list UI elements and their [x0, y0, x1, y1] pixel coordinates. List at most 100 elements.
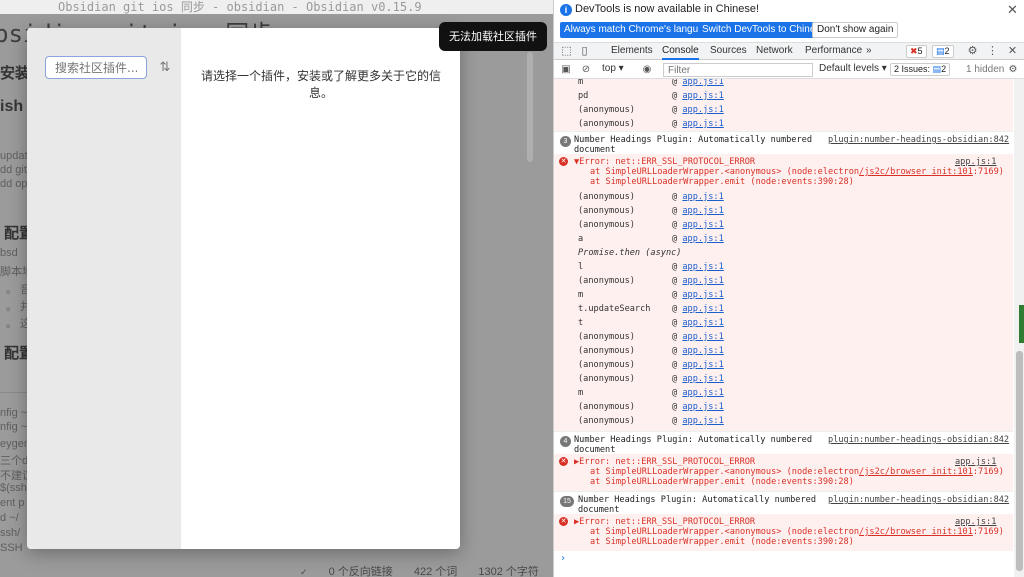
error-message[interactable]: ▶Error: net::ERR_SSL_PROTOCOL_ERROR: [554, 457, 1013, 467]
stack-frame: a @ app.js:1: [578, 234, 724, 244]
source-link[interactable]: app.js:1: [682, 332, 723, 342]
kebab-menu-icon[interactable]: ⋮: [986, 45, 999, 58]
source-link[interactable]: app.js:1: [682, 234, 723, 244]
sort-icon[interactable]: ⇅: [157, 59, 173, 75]
levels-value: Default levels: [819, 63, 880, 74]
stack-frame: m @ app.js:1: [578, 290, 724, 300]
source-link[interactable]: app.js:1: [682, 346, 723, 356]
plugin-search-input[interactable]: [45, 56, 147, 79]
switch-to-chinese-button[interactable]: Switch DevTools to Chinese: [698, 22, 830, 38]
source-link[interactable]: app.js:1: [682, 206, 723, 216]
scrollbar-thumb[interactable]: [1016, 351, 1023, 571]
source-link[interactable]: app.js:1: [682, 402, 723, 412]
error-count-badge[interactable]: ✖5: [906, 45, 927, 58]
repeat-count-badge: 3: [560, 136, 571, 147]
error-icon: ✕: [559, 157, 568, 166]
devtools-panel: i DevTools is now available in Chinese! …: [553, 0, 1024, 577]
stack-frame: (anonymous) @ app.js:1: [578, 402, 724, 412]
more-tabs-icon[interactable]: »: [866, 43, 872, 60]
stack-frame: (anonymous) @ app.js:1: [578, 416, 724, 426]
source-link[interactable]: app.js:1: [682, 290, 723, 300]
console-filter-input[interactable]: [663, 63, 813, 77]
console-settings-icon[interactable]: ⚙: [1007, 64, 1019, 76]
stack-frame: (anonymous) @ app.js:1: [578, 192, 724, 202]
tab-elements[interactable]: Elements: [611, 43, 653, 60]
info-icon: i: [560, 4, 572, 16]
issue-count-badge[interactable]: ▤2: [932, 45, 954, 58]
context-select[interactable]: top ▾: [602, 63, 624, 74]
eye-icon[interactable]: ◉: [641, 64, 653, 76]
stack-frame: m @ app.js:1: [578, 388, 724, 398]
console-prompt[interactable]: ›: [560, 553, 566, 564]
stack-frame: (anonymous) @ app.js:1: [578, 374, 724, 384]
stack-frame: (anonymous) @ app.js:1: [578, 105, 724, 115]
source-link[interactable]: app.js:1: [682, 220, 723, 230]
source-link[interactable]: app.js:1: [955, 157, 996, 167]
stack-frame: t @ app.js:1: [578, 318, 724, 328]
hidden-count: 1 hidden: [966, 64, 1005, 75]
infobar-text: DevTools is now available in Chinese!: [575, 3, 760, 15]
stack-line: at SimpleURLLoaderWrapper.emit (node:eve…: [590, 177, 854, 187]
source-link[interactable]: app.js:1: [682, 318, 723, 328]
stack-line: at SimpleURLLoaderWrapper.<anonymous> (n…: [590, 467, 1004, 477]
source-link[interactable]: app.js:1: [682, 276, 723, 286]
source-link[interactable]: app.js:1: [682, 374, 723, 384]
issues-label: 2 Issues:: [894, 64, 931, 74]
console-prompt-row[interactable]: ›: [554, 551, 1013, 567]
source-link[interactable]: plugin:number-headings-obsidian:842: [828, 495, 1009, 505]
source-link[interactable]: app.js:1: [682, 388, 723, 398]
source-link[interactable]: app.js:1: [682, 416, 723, 426]
source-link[interactable]: app.js:1: [682, 304, 723, 314]
sidebar-toggle-icon[interactable]: ▣: [560, 64, 572, 76]
editor-scrollbar[interactable]: [527, 52, 533, 162]
stack-line: at SimpleURLLoaderWrapper.emit (node:eve…: [590, 477, 854, 487]
settings-gear-icon[interactable]: ⚙: [966, 45, 979, 58]
community-plugins-modal: ⇅ 请选择一个插件，安装或了解更多关于它的信息。: [27, 28, 460, 549]
issue-count: 2: [944, 46, 950, 56]
console-toolbar: ▣ ⊘ top ▾ ◉ Default levels ▾ 2 Issues: ▤…: [554, 61, 1024, 79]
stack-frame: l @ app.js:1: [578, 262, 724, 272]
console-log-entry: 15 Number Headings Plugin: Automatically…: [554, 491, 1013, 515]
language-infobar: i DevTools is now available in Chinese! …: [554, 0, 1024, 43]
inspect-element-icon[interactable]: ⬚: [560, 45, 573, 58]
close-devtools-icon[interactable]: ✕: [1006, 45, 1019, 58]
window-edge-handle: [1019, 305, 1024, 343]
devtools-tabs: ⬚ ▯ Elements Console Sources Network Per…: [554, 43, 1024, 60]
error-message[interactable]: ▼Error: net::ERR_SSL_PROTOCOL_ERROR: [554, 157, 1013, 167]
plugin-list-sidebar: ⇅: [27, 28, 181, 549]
window-title: Obsidian git ios 同步 - obsidian - Obsidia…: [0, 0, 553, 14]
stack-frame: (anonymous) @ app.js:1: [578, 276, 724, 286]
tab-console[interactable]: Console: [662, 43, 699, 60]
source-link[interactable]: plugin:number-headings-obsidian:842: [828, 135, 1009, 145]
source-link[interactable]: app.js:1: [682, 192, 723, 202]
tab-sources[interactable]: Sources: [710, 43, 747, 60]
console-log-entry: 4 Number Headings Plugin: Automatically …: [554, 431, 1013, 455]
stack-frame: m @ app.js:1: [578, 79, 724, 87]
log-levels-dropdown[interactable]: Default levels ▾: [819, 63, 887, 74]
close-icon[interactable]: ✕: [1007, 2, 1018, 18]
stack-frame: Promise.then (async): [578, 248, 682, 258]
console-error-entry: ✕ ▶Error: net::ERR_SSL_PROTOCOL_ERROR ap…: [554, 514, 1013, 551]
dont-show-again-button[interactable]: Don't show again: [812, 22, 899, 38]
source-link[interactable]: app.js:1: [682, 262, 723, 272]
tab-network[interactable]: Network: [756, 43, 793, 60]
obsidian-window: Obsidian git ios 同步 - obsidian - Obsidia…: [0, 0, 553, 577]
source-link[interactable]: app.js:1: [955, 517, 996, 527]
source-link[interactable]: plugin:number-headings-obsidian:842: [828, 435, 1009, 445]
always-match-language-button[interactable]: Always match Chrome's language: [560, 22, 719, 38]
error-message[interactable]: ▶Error: net::ERR_SSL_PROTOCOL_ERROR: [554, 517, 1013, 527]
source-link[interactable]: app.js:1: [682, 360, 723, 370]
issues-button[interactable]: 2 Issues: ▤2: [890, 63, 951, 76]
console-output[interactable]: m @ app.js:1 pd @ app.js:1 (anonymous) @ ap…: [554, 79, 1013, 577]
plugin-detail-pane: 请选择一个插件，安装或了解更多关于它的信息。: [181, 28, 460, 549]
tab-performance[interactable]: Performance: [805, 43, 862, 60]
clear-console-icon[interactable]: ⊘: [580, 64, 592, 76]
stack-line: at SimpleURLLoaderWrapper.<anonymous> (n…: [590, 527, 1004, 537]
source-link[interactable]: app.js:1: [955, 457, 996, 467]
error-icon: ✕: [559, 457, 568, 466]
stack-frame: (anonymous) @ app.js:1: [578, 119, 724, 129]
repeat-count-badge: 4: [560, 436, 571, 447]
stack-frame: t.updateSearch @ app.js:1: [578, 304, 724, 314]
device-toolbar-icon[interactable]: ▯: [578, 45, 591, 58]
console-error-entry: ✕ ▶Error: net::ERR_SSL_PROTOCOL_ERROR ap…: [554, 454, 1013, 491]
